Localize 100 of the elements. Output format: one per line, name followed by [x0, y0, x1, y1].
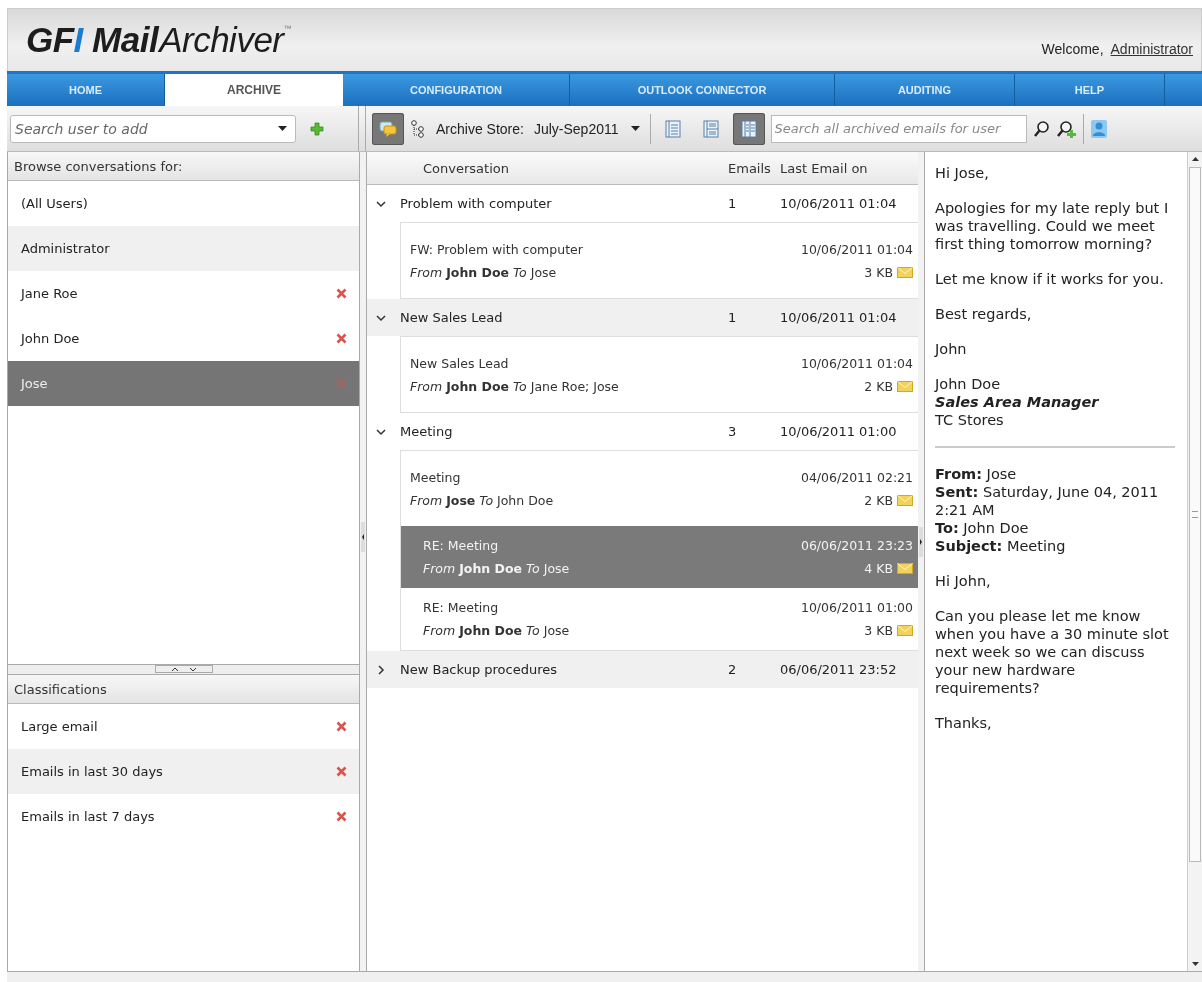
email-subject: RE: Meeting	[423, 600, 499, 615]
remove-icon[interactable]	[336, 288, 347, 299]
email-item[interactable]: RE: Meeting 10/06/2011 01:00 From John Doe To Jose 3 KB	[401, 588, 918, 650]
chevron-icon[interactable]	[376, 664, 386, 675]
email-date: 10/06/2011 01:04	[800, 355, 913, 371]
message-text: John	[935, 340, 968, 358]
conversation-subject: Meeting	[400, 424, 454, 439]
message-text: To: John Doe	[935, 519, 1030, 537]
remove-icon[interactable]	[336, 766, 347, 777]
conversation-row[interactable]: Problem with computer 1 10/06/2011 01:04	[367, 185, 918, 222]
user-link[interactable]: Administrator	[1110, 41, 1193, 57]
pane-header: Classifications	[8, 675, 359, 704]
email-date: 06/06/2011 23:23	[800, 538, 913, 553]
conversation-row[interactable]: Meeting 3 10/06/2011 01:00	[367, 413, 918, 450]
email-size: 3 KB	[864, 623, 893, 638]
user-item[interactable]: Administrator	[8, 226, 359, 271]
last-email-date: 10/06/2011 01:04	[780, 310, 898, 325]
search-add-icon[interactable]	[1056, 119, 1077, 138]
chevron-icon[interactable]	[376, 312, 386, 323]
add-icon[interactable]	[310, 121, 324, 136]
message-text: Best regards,	[935, 305, 1033, 323]
conversation-row[interactable]: New Sales Lead 1 10/06/2011 01:04	[367, 299, 918, 336]
envelope-icon	[897, 563, 913, 574]
splitter-handle[interactable]	[154, 665, 213, 673]
message-text: Apologies for my late reply but I was travelling. Could we meet first thing tomorrow morning?	[935, 199, 1170, 253]
nav-tab[interactable]: ARCHIVE	[165, 74, 343, 106]
remove-icon[interactable]	[336, 721, 347, 732]
archive-store-label: Archive Store:	[436, 120, 524, 137]
user-item[interactable]: (All Users)	[8, 181, 359, 226]
email-count: 2	[728, 662, 738, 677]
dropdown-caret-icon[interactable]	[278, 125, 287, 132]
last-email-date: 10/06/2011 01:04	[780, 196, 898, 211]
classification-item[interactable]: Large email	[8, 704, 359, 749]
conversation-subject: New Sales Lead	[400, 310, 504, 325]
scroll-down-icon[interactable]	[1191, 962, 1199, 967]
email-size: 2 KB	[864, 378, 893, 394]
conversation-subject: Problem with computer	[400, 196, 553, 211]
user-item[interactable]: John Doe	[8, 316, 359, 361]
conversation-subject: New Backup procedures	[400, 662, 558, 677]
conversation-view-button[interactable]	[372, 112, 404, 145]
signature-line: TC Stores	[935, 411, 1005, 429]
caret-icon	[630, 125, 640, 132]
classification-item[interactable]: Emails in last 30 days	[8, 749, 359, 794]
search-icon[interactable]	[1032, 119, 1051, 138]
email-from-to: From John Doe To Jane Roe; Jose	[410, 378, 619, 394]
email-date: 10/06/2011 01:00	[800, 600, 913, 615]
message-text: Thanks,	[935, 714, 993, 732]
scroll-up-icon[interactable]	[1191, 156, 1199, 161]
email-count: 1	[728, 196, 738, 211]
email-from-to: From Jose To John Doe	[410, 492, 554, 508]
chevron-icon[interactable]	[376, 198, 386, 209]
email-date: 10/06/2011 01:04	[800, 241, 913, 257]
message-text: Hi John,	[935, 572, 992, 590]
email-search-field[interactable]: Search all archived emails for user	[770, 114, 1027, 143]
column-header[interactable]: Conversation	[423, 160, 728, 176]
email-subject: RE: Meeting	[423, 538, 499, 553]
scroll-thumb[interactable]	[1189, 167, 1201, 862]
tree-icon[interactable]	[410, 119, 426, 138]
email-size: 2 KB	[864, 492, 893, 508]
scrollbar[interactable]	[1187, 152, 1202, 971]
layout-icon	[664, 119, 681, 138]
email-count: 1	[728, 310, 738, 325]
conversation-row[interactable]: New Backup procedures 2 06/06/2011 23:52	[367, 651, 918, 688]
pane-header: Browse conversations for:	[8, 152, 359, 181]
signature-line: John Doe	[935, 375, 1002, 393]
remove-icon[interactable]	[336, 333, 347, 344]
classification-item[interactable]: Emails in last 7 days	[8, 794, 359, 839]
column-header[interactable]: Last Email on	[780, 160, 918, 176]
archive-store-dropdown[interactable]: July-Sep2011	[533, 120, 640, 137]
email-item[interactable]: Meeting 04/06/2011 02:21 From Jose To John Doe 2 KB	[401, 451, 918, 526]
message-text: Let me know if it works for you.	[935, 270, 1165, 288]
layout-icon	[702, 119, 719, 138]
welcome-text: Welcome,	[1041, 41, 1104, 57]
message-text: Can you please let me know when you have a 30 minute slot next week so we can discuss your new hardware requirements?	[935, 607, 1170, 697]
layout-button[interactable]	[732, 112, 765, 145]
collapse-handle[interactable]	[919, 527, 923, 557]
email-size: 3 KB	[864, 264, 893, 280]
envelope-icon	[897, 625, 913, 636]
email-from-to: From John Doe To Jose	[423, 561, 570, 576]
email-item[interactable]: FW: Problem with computer 10/06/2011 01:04 From John Doe To Jose 3 KB	[401, 223, 918, 298]
user-icon[interactable]	[1089, 118, 1108, 139]
email-item[interactable]: RE: Meeting 06/06/2011 23:23 From John Doe To Jose 4 KB	[401, 526, 918, 588]
remove-icon[interactable]	[336, 811, 347, 822]
signature-line: Sales Area Manager	[935, 393, 1100, 411]
envelope-icon	[897, 266, 913, 278]
user-search-field[interactable]: Search user to add	[10, 114, 296, 143]
email-subject: FW: Problem with computer	[410, 241, 583, 257]
envelope-icon	[897, 380, 913, 392]
user-item[interactable]: Jane Roe	[8, 271, 359, 316]
message-text: Subject: Meeting	[935, 537, 1067, 555]
collapse-handle[interactable]	[361, 522, 365, 552]
user-item[interactable]: Jose	[8, 361, 359, 406]
email-from-to: From John Doe To Jose	[423, 623, 570, 638]
last-email-date: 10/06/2011 01:00	[780, 424, 898, 439]
layout-icon	[740, 119, 757, 138]
email-subject: New Sales Lead	[410, 355, 509, 371]
email-item[interactable]: New Sales Lead 10/06/2011 01:04 From John Doe To Jane Roe; Jose 2 KB	[401, 337, 918, 412]
chevron-icon[interactable]	[376, 426, 386, 437]
email-count: 3	[728, 424, 738, 439]
column-header[interactable]: Emails	[728, 160, 780, 176]
